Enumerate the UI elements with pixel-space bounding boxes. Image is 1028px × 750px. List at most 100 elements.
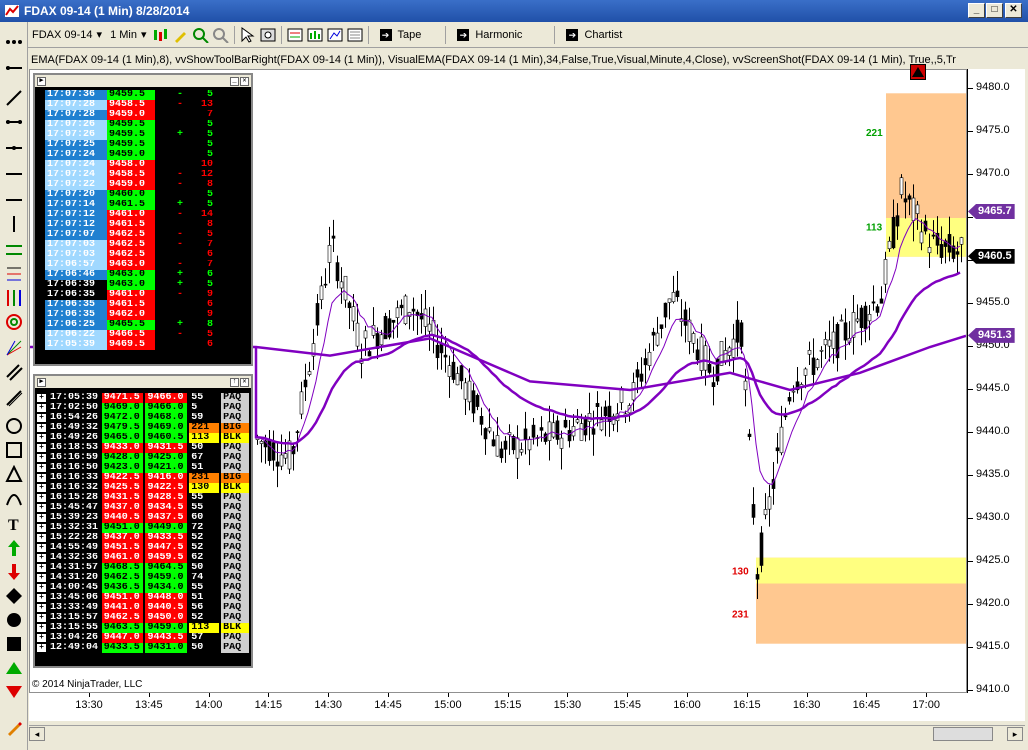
pencil-icon[interactable] [2, 718, 26, 738]
arrow-down-icon[interactable] [2, 562, 26, 582]
text-tool-icon[interactable]: T [2, 514, 26, 534]
alert-triangle-icon[interactable] [910, 64, 926, 80]
expand-icon[interactable]: + [37, 554, 46, 562]
expand-icon[interactable]: + [37, 474, 46, 482]
fib-circle-icon[interactable] [2, 312, 26, 332]
block-row[interactable]: +17:05:39 9471.5 9466.0 55 PAQ [37, 393, 251, 403]
gann-fan-icon[interactable] [2, 338, 26, 358]
block-row[interactable]: +14:00:45 9436.5 9434.0 55 PAQ [37, 583, 251, 593]
block-row[interactable]: +16:18:53 9433.0 9431.5 50 PAQ [37, 443, 251, 453]
panel-close-icon[interactable]: ✕ [240, 377, 249, 387]
horizontal-line-icon[interactable] [2, 190, 26, 210]
block-row[interactable]: +16:16:32 9425.5 9422.5 130 BLK [37, 483, 251, 493]
expand-icon[interactable]: + [37, 394, 46, 402]
tape-button[interactable]: ➔ Tape [376, 25, 426, 45]
arc-tool-icon[interactable] [2, 488, 26, 508]
cursor-icon[interactable] [238, 25, 258, 45]
close-button[interactable]: ✕ [1005, 3, 1022, 18]
expand-icon[interactable]: + [37, 464, 46, 472]
panel-play-icon[interactable]: ▶ [37, 377, 46, 387]
expand-icon[interactable]: + [37, 514, 46, 522]
expand-icon[interactable]: + [37, 424, 46, 432]
block-row[interactable]: +15:45:47 9437.0 9434.5 55 PAQ [37, 503, 251, 513]
block-row[interactable]: +14:31:57 9468.5 9464.5 50 PAQ [37, 563, 251, 573]
expand-icon[interactable]: + [37, 634, 46, 642]
block-row[interactable]: +13:15:57 9462.5 9450.0 52 PAQ [37, 613, 251, 623]
triangle-up-icon[interactable] [2, 658, 26, 678]
panel-close-icon[interactable]: ✕ [240, 76, 249, 86]
block-row[interactable]: +14:55:49 9451.5 9447.5 52 PAQ [37, 543, 251, 553]
extended-line-icon[interactable] [2, 138, 26, 158]
block-row[interactable]: +16:16:59 9428.0 9425.0 67 PAQ [37, 453, 251, 463]
scroll-thumb[interactable] [933, 727, 993, 741]
expand-icon[interactable]: + [37, 504, 46, 512]
triangle-down-icon[interactable] [2, 682, 26, 702]
block-row[interactable]: +14:31:20 9462.5 9459.0 74 PAQ [37, 573, 251, 583]
trend-channel-icon[interactable] [2, 362, 26, 382]
ellipse-tool-icon[interactable] [2, 416, 26, 436]
block-row[interactable]: +16:49:26 9465.0 9460.5 113 BLK [37, 433, 251, 443]
expand-icon[interactable]: + [37, 404, 46, 412]
fib-time-icon[interactable] [2, 288, 26, 308]
block-row[interactable]: +13:15:55 9463.5 9459.0 113 BLK [37, 623, 251, 633]
chart-data-icon[interactable] [325, 25, 345, 45]
arrow-tool-icon[interactable] [2, 164, 26, 184]
expand-icon[interactable]: + [37, 604, 46, 612]
interval-selector[interactable]: 1 Min ▾ [106, 25, 150, 45]
expand-icon[interactable]: + [37, 534, 46, 542]
block-row[interactable]: +15:32:31 9451.0 9449.0 72 PAQ [37, 523, 251, 533]
expand-icon[interactable]: + [37, 644, 46, 652]
block-trades-panel[interactable]: ▶ ↑ ✕ +17:05:39 9471.5 9466.0 55 PAQ +17:02:50 9… [33, 374, 253, 668]
properties-icon[interactable] [345, 25, 365, 45]
expand-icon[interactable]: + [37, 454, 46, 462]
pencil-draw-icon[interactable] [171, 25, 191, 45]
bar-type-icon[interactable] [151, 25, 171, 45]
expand-icon[interactable]: + [37, 574, 46, 582]
arrow-up-icon[interactable] [2, 538, 26, 558]
fib-retracement-icon[interactable] [2, 264, 26, 284]
expand-icon[interactable]: + [37, 544, 46, 552]
expand-icon[interactable]: + [37, 584, 46, 592]
expand-icon[interactable]: + [37, 444, 46, 452]
block-row[interactable]: +16:16:50 9423.0 9421.0 51 PAQ [37, 463, 251, 473]
zoom-in-icon[interactable] [191, 25, 211, 45]
instrument-selector[interactable]: FDAX 09-14 ▾ [28, 25, 106, 45]
expand-icon[interactable]: + [37, 564, 46, 572]
block-row[interactable]: +12:49:04 9433.5 9431.0 50 PAQ [37, 643, 251, 653]
horizontal-scrollbar[interactable]: ◂ ▸ [29, 725, 1025, 742]
expand-icon[interactable]: + [37, 434, 46, 442]
chartist-button[interactable]: ➔ Chartist [562, 25, 626, 45]
expand-icon[interactable]: + [37, 484, 46, 492]
strategy-icon[interactable] [285, 25, 305, 45]
expand-icon[interactable]: + [37, 494, 46, 502]
block-row[interactable]: +14:32:36 9461.0 9459.5 62 PAQ [37, 553, 251, 563]
block-row[interactable]: +16:15:28 9431.5 9428.5 55 PAQ [37, 493, 251, 503]
panel-minimize-icon[interactable]: _ [230, 76, 239, 86]
indicators-icon[interactable] [305, 25, 325, 45]
line-tool-icon[interactable] [2, 88, 26, 108]
block-row[interactable]: +17:02:50 9469.0 9466.0 5 PAQ [37, 403, 251, 413]
block-row[interactable]: +15:22:28 9437.0 9433.5 52 PAQ [37, 533, 251, 543]
price-axis[interactable]: 9480.09475.09470.09465.09460.09455.09450… [967, 69, 1025, 695]
dot-icon[interactable] [2, 610, 26, 630]
block-row[interactable]: +13:45:06 9451.0 9448.0 51 PAQ [37, 593, 251, 603]
block-row[interactable]: +15:39:23 9440.5 9437.5 60 PAQ [37, 513, 251, 523]
scroll-left-button[interactable]: ◂ [29, 727, 45, 741]
triangle-tool-icon[interactable] [2, 464, 26, 484]
block-row[interactable]: +16:54:26 9472.0 9468.0 59 PAQ [37, 413, 251, 423]
regression-channel-icon[interactable] [2, 388, 26, 408]
panel-up-icon[interactable]: ↑ [230, 377, 239, 387]
minimize-button[interactable]: _ [968, 3, 985, 18]
square-icon[interactable] [2, 634, 26, 654]
vertical-line-icon[interactable] [2, 214, 26, 234]
ray-tool-icon[interactable] [2, 112, 26, 132]
maximize-button[interactable]: □ [986, 3, 1003, 18]
block-row[interactable]: +16:16:33 9422.5 9416.0 231 BIG [37, 473, 251, 483]
block-row[interactable]: +16:49:32 9479.5 9469.0 221 BIG [37, 423, 251, 433]
time-axis[interactable]: 13:30 13:45 14:00 14:15 14:30 14:45 15:00 15:15… [29, 693, 1025, 721]
expand-icon[interactable]: + [37, 624, 46, 632]
grip-icon[interactable] [2, 32, 26, 52]
scroll-right-button[interactable]: ▸ [1007, 727, 1023, 741]
zoom-out-icon[interactable] [211, 25, 231, 45]
arrow-line-icon[interactable] [2, 58, 26, 78]
